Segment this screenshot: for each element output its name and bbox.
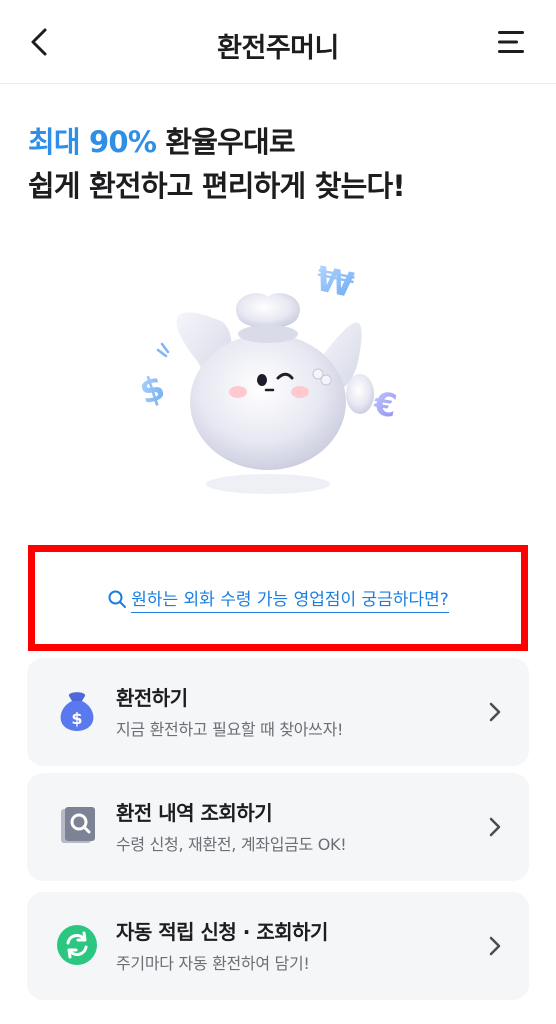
- chevron-right-icon: [489, 936, 501, 956]
- hamburger-menu-icon: [498, 31, 524, 53]
- mascot-illustration: ₩ $ €: [128, 252, 428, 502]
- svg-text:$: $: [135, 368, 170, 413]
- card-auto-saving[interactable]: 자동 적립 신청 · 조회하기 주기마다 자동 환전하여 담기!: [27, 892, 529, 1000]
- card-title: 환전하기: [116, 686, 188, 710]
- headline-accent: 최대 90%: [28, 125, 157, 159]
- branch-search-link[interactable]: 원하는 외화 수령 가능 영업점이 궁금하다면?: [35, 585, 521, 613]
- card-desc: 주기마다 자동 환전하여 담기!: [116, 954, 310, 973]
- promo-headline: 최대 90% 환율우대로 쉽게 환전하고 편리하게 찾는다!: [28, 120, 528, 208]
- svg-text:€: €: [370, 384, 400, 425]
- card-history[interactable]: 환전 내역 조회하기 수령 신청, 재환전, 계좌입금도 OK!: [27, 773, 529, 881]
- money-bag-icon: $: [55, 688, 99, 734]
- menu-button[interactable]: [496, 26, 532, 58]
- card-exchange[interactable]: $ 환전하기 지금 환전하고 필요할 때 찾아쓰자!: [27, 658, 529, 766]
- chevron-right-icon: [489, 702, 501, 722]
- refresh-icon: [55, 922, 99, 968]
- headline-line-1: 최대 90% 환율우대로: [28, 120, 528, 164]
- document-search-icon: [55, 803, 99, 849]
- headline-line-2: 쉽게 환전하고 편리하게 찾는다!: [28, 169, 406, 203]
- card-desc: 지금 환전하고 필요할 때 찾아쓰자!: [116, 720, 344, 739]
- branch-search-label: 원하는 외화 수령 가능 영업점이 궁금하다면?: [131, 590, 449, 613]
- card-title: 자동 적립 신청 · 조회하기: [116, 920, 328, 944]
- svg-text:₩: ₩: [312, 259, 357, 306]
- highlight-box: 원하는 외화 수령 가능 영업점이 궁금하다면?: [28, 545, 528, 651]
- app-header: 환전주머니: [0, 0, 556, 84]
- search-icon: [108, 590, 127, 608]
- card-desc: 수령 신청, 재환전, 계좌입금도 OK!: [116, 835, 347, 854]
- card-title: 환전 내역 조회하기: [116, 801, 273, 825]
- headline-line-1-rest: 환율우대로: [156, 125, 295, 159]
- page-title: 환전주머니: [217, 33, 339, 64]
- svg-text:$: $: [71, 709, 82, 728]
- chevron-right-icon: [489, 817, 501, 837]
